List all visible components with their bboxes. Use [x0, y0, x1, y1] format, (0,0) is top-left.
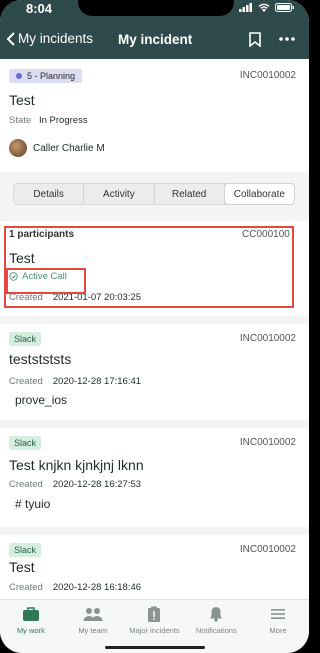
slack-badge: Slack	[9, 436, 42, 450]
slack-card-created: Created 2020-12-28 17:16:41	[9, 376, 141, 387]
bottom-nav: My work My team Major incidents Notifica…	[0, 599, 309, 653]
slack-badge: Slack	[9, 332, 42, 346]
notch	[78, 0, 234, 16]
incident-number: INC0010002	[239, 333, 296, 344]
segmented-tabs: Details Activity Related Collaborate	[13, 183, 295, 205]
tabs-container: Details Activity Related Collaborate	[0, 172, 309, 221]
slack-card-created: Created 2020-12-28 16:18:46	[9, 582, 141, 593]
nav-more[interactable]: More	[247, 600, 309, 653]
slack-message: prove_ios	[15, 393, 68, 407]
phone-screen: 8:04 My incidents My incident 5 - Planni…	[0, 0, 309, 653]
tab-activity[interactable]: Activity	[84, 184, 155, 204]
state-label: State	[9, 115, 32, 126]
briefcase-icon	[22, 607, 39, 621]
incident-header: 5 - Planning INC0010002 Test State In Pr…	[0, 59, 309, 172]
incident-number: INC0010002	[239, 70, 296, 81]
incident-number: INC0010002	[239, 544, 296, 555]
battery-icon	[275, 3, 294, 12]
nav-bar: My incidents My incident	[0, 26, 309, 56]
clipboard-alert-icon	[148, 606, 161, 622]
created-value: 2020-12-28 17:16:41	[52, 376, 142, 387]
chevron-left-icon	[6, 31, 15, 46]
bell-icon	[210, 607, 223, 622]
divider	[0, 420, 309, 428]
nav-my-work[interactable]: My work	[0, 600, 62, 653]
slack-card[interactable]: Slack INC0010002 Test knjkn kjnkjnj lknn…	[0, 428, 309, 527]
slack-card-title: Test	[9, 559, 35, 575]
slack-card-title: Test knjkn kjnkjnj lknn	[9, 457, 144, 473]
top-bar: 8:04 My incidents My incident	[0, 0, 309, 59]
highlight-box	[6, 268, 86, 294]
status-time: 8:04	[26, 1, 53, 16]
incident-number: INC0010002	[239, 437, 296, 448]
slack-badge: Slack	[9, 543, 42, 557]
page-title: My incident	[118, 32, 193, 47]
created-label: Created	[9, 479, 43, 490]
tab-collaborate[interactable]: Collaborate	[224, 184, 294, 204]
more-options-icon[interactable]	[279, 32, 295, 46]
back-button[interactable]: My incidents	[6, 31, 93, 46]
created-value: 2020-12-28 16:18:46	[52, 582, 142, 593]
team-icon	[83, 608, 103, 621]
slack-card-created: Created 2020-12-28 16:27:53	[9, 479, 141, 490]
created-value: 2020-12-28 16:27:53	[52, 479, 142, 490]
created-label: Created	[9, 582, 43, 593]
slack-card[interactable]: Slack INC0010002 Test Created 2020-12-28 …	[0, 535, 309, 599]
slack-message: # tyuio	[15, 497, 51, 511]
wifi-icon	[258, 3, 270, 12]
avatar	[9, 139, 27, 157]
slack-card[interactable]: Slack INC0010002 teststststs Created 2020…	[0, 324, 309, 420]
incident-title: Test	[9, 92, 35, 108]
tab-related[interactable]: Related	[155, 184, 225, 204]
system-icons	[239, 3, 295, 12]
caller-row[interactable]: Caller Charlie M	[9, 139, 105, 157]
caller-name: Caller Charlie M	[33, 142, 105, 154]
state-value: In Progress	[39, 115, 88, 126]
divider	[0, 316, 309, 324]
nav-label: Major incidents	[129, 626, 180, 635]
divider	[0, 527, 309, 535]
created-label: Created	[9, 376, 43, 387]
menu-icon	[271, 609, 286, 619]
nav-label: Notifications	[195, 626, 237, 635]
tab-details[interactable]: Details	[14, 184, 85, 204]
nav-label: My work	[16, 626, 45, 635]
slack-card-title: teststststs	[9, 351, 72, 367]
nav-label: More	[269, 626, 287, 635]
status-bar: 8:04	[0, 0, 309, 18]
back-label: My incidents	[18, 31, 94, 46]
signal-icon	[239, 3, 252, 12]
state-badge-label: 5 - Planning	[27, 71, 76, 81]
state-badge: 5 - Planning	[9, 69, 83, 83]
home-indicator	[105, 646, 205, 649]
nav-label: My team	[78, 626, 108, 635]
bookmark-icon[interactable]	[249, 32, 261, 47]
highlight-box	[4, 226, 294, 308]
state-dot-icon	[16, 73, 22, 79]
